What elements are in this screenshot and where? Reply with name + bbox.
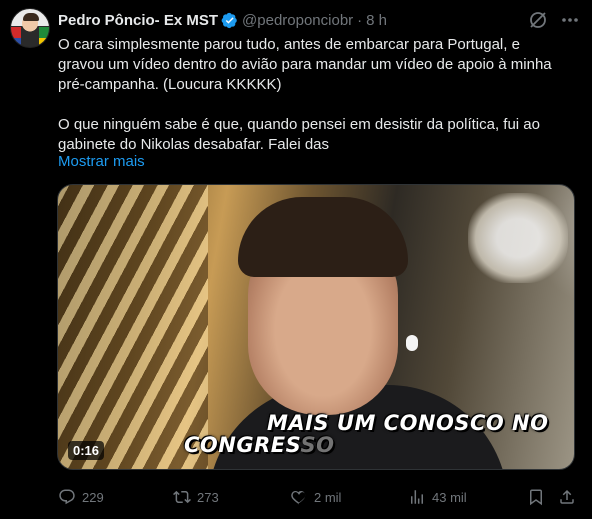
avatar-hair bbox=[23, 13, 39, 21]
video-background-slats bbox=[58, 185, 208, 469]
like-count: 2 mil bbox=[314, 489, 342, 505]
tweet-text-line: O cara simplesmente parou tudo, antes de… bbox=[58, 36, 520, 53]
tweet-text-line: gravou um vídeo dentro do avião para man… bbox=[58, 56, 552, 73]
tweet-text-line: gabinete do Nikolas desabafar. Falei das bbox=[58, 136, 330, 153]
author-handle[interactable]: @pedroponciobr bbox=[242, 12, 353, 29]
avatar[interactable] bbox=[10, 8, 50, 48]
reply-count: 229 bbox=[82, 489, 104, 505]
reply-icon bbox=[59, 489, 75, 505]
views-button[interactable]: 43 mil bbox=[408, 488, 467, 506]
video-duration: 0:16 bbox=[68, 441, 105, 460]
tweet-actions: 229 273 2 mil 43 mil bbox=[58, 488, 578, 510]
verified-badge-icon[interactable] bbox=[221, 12, 238, 29]
avatar-flag-left bbox=[11, 27, 21, 47]
tweet-time[interactable]: 8 h bbox=[366, 12, 387, 29]
show-more-link[interactable]: Mostrar mais bbox=[58, 153, 145, 170]
tweet-text-line: pré-campanha. (Loucura KKKKK) bbox=[58, 76, 282, 93]
retweet-icon bbox=[173, 490, 191, 504]
tweet-text-line: O que ninguém sabe é que, quando pensei … bbox=[58, 116, 540, 133]
video-caption-line2-faded: SO bbox=[300, 433, 335, 457]
video-person-hair bbox=[238, 197, 408, 277]
more-icon[interactable] bbox=[560, 10, 580, 30]
reply-button[interactable]: 229 bbox=[58, 488, 104, 506]
tweet[interactable]: Pedro Pôncio- Ex MST @pedroponciobr · 8 … bbox=[0, 0, 592, 519]
separator-dot: · bbox=[357, 11, 363, 29]
grok-icon[interactable] bbox=[528, 10, 548, 30]
video-caption-line2: CONGRESSO bbox=[184, 433, 334, 457]
views-icon bbox=[411, 490, 423, 504]
retweet-count: 273 bbox=[197, 489, 219, 505]
video-caption-line2-visible: CONGRES bbox=[184, 433, 301, 457]
bookmark-icon bbox=[530, 489, 542, 506]
like-button[interactable]: 2 mil bbox=[290, 488, 341, 506]
video-caption-line1: MAIS UM CONOSCO NO bbox=[267, 411, 549, 435]
bookmark-button[interactable] bbox=[527, 488, 545, 506]
views-count: 43 mil bbox=[432, 489, 467, 505]
author-name[interactable]: Pedro Pôncio- Ex MST bbox=[58, 12, 218, 29]
like-icon bbox=[291, 491, 306, 505]
share-button[interactable] bbox=[558, 488, 576, 506]
tweet-header: Pedro Pôncio- Ex MST @pedroponciobr · 8 … bbox=[58, 10, 387, 30]
share-icon bbox=[560, 489, 574, 504]
tweet-text: O cara simplesmente parou tudo, antes de… bbox=[58, 35, 578, 155]
video-player[interactable]: MAIS UM CONOSCO NO CONGRESSO 0:16 bbox=[57, 184, 575, 470]
retweet-button[interactable]: 273 bbox=[173, 488, 219, 506]
video-airplane-window bbox=[468, 193, 568, 283]
avatar-flag-right bbox=[39, 27, 49, 47]
video-earbud bbox=[406, 335, 418, 351]
